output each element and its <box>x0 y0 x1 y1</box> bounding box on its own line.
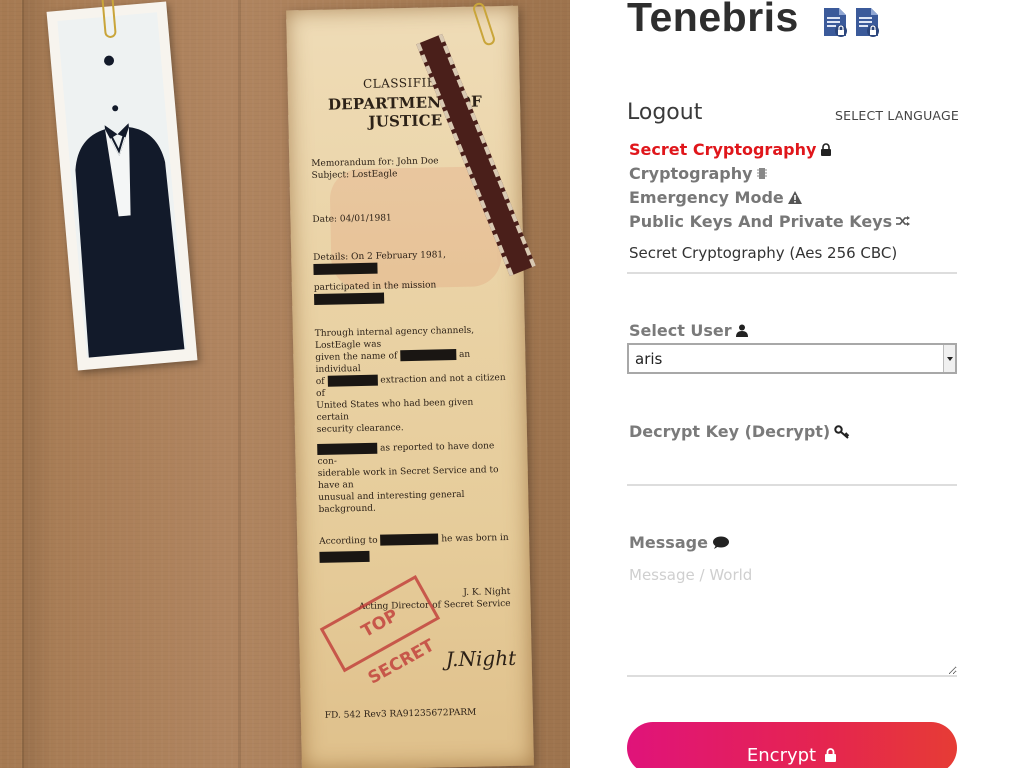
message-textarea[interactable] <box>627 562 957 677</box>
menu-item-label: Secret Cryptography <box>629 139 817 159</box>
user-select-value: aris <box>635 350 663 368</box>
doc-text-line: security clearance. <box>316 423 404 435</box>
classified-document: CLASSIFIED DEPARTMENT OF JUSTICE Memoran… <box>286 5 534 768</box>
crypto-panel: Tenebris Logout SELECT LANGUAGE Secret C… <box>570 0 1011 768</box>
shuffle-icon <box>896 216 911 226</box>
doc-details: participated in the mission <box>313 280 437 293</box>
redaction-bar <box>380 533 439 546</box>
key-icon <box>834 424 850 439</box>
encrypt-button[interactable]: Encrypt <box>627 722 957 768</box>
logout-link[interactable]: Logout <box>627 100 702 125</box>
menu-item-public-private-keys[interactable]: Public Keys And Private Keys <box>629 209 911 233</box>
redaction-bar <box>313 262 378 275</box>
chip-icon <box>756 167 767 179</box>
menu-item-label: Public Keys And Private Keys <box>629 211 893 231</box>
doc-header-classified: CLASSIFIED <box>362 75 447 91</box>
select-language-link[interactable]: SELECT LANGUAGE <box>835 108 959 123</box>
doc-text-line: According to <box>319 535 378 547</box>
redaction-bar <box>319 550 370 563</box>
decrypt-key-input[interactable] <box>627 450 957 486</box>
chevron-down-icon[interactable] <box>943 345 955 372</box>
doc-text-line: he was born in <box>441 532 509 545</box>
select-user-label-text: Select User <box>629 321 732 340</box>
mode-menu: Secret Cryptography Cryptography Emergen… <box>629 137 911 233</box>
lock-icon <box>821 142 832 156</box>
signature: J.Night <box>445 645 517 672</box>
lock-icon <box>825 748 837 762</box>
folder-seam <box>238 0 241 768</box>
decrypt-key-label: Decrypt Key (Decrypt) <box>629 422 850 441</box>
doc-text-line: unusual and interesting general backgrou… <box>318 489 465 515</box>
user-icon <box>735 324 748 337</box>
user-select[interactable]: aris <box>627 343 957 374</box>
message-label: Message <box>629 533 729 552</box>
decrypt-key-label-text: Decrypt Key (Decrypt) <box>629 422 831 441</box>
redaction-bar <box>400 349 457 362</box>
background-image: CLASSIFIED DEPARTMENT OF JUSTICE Memoran… <box>0 0 570 768</box>
redaction-bar <box>317 442 378 455</box>
doc-date: Date: 04/01/1981 <box>312 213 392 226</box>
app-title: Tenebris <box>627 0 799 40</box>
title-icons <box>822 6 880 38</box>
menu-item-label: Cryptography <box>629 163 753 183</box>
menu-item-secret-cryptography[interactable]: Secret Cryptography <box>629 137 910 161</box>
warning-icon <box>787 190 802 204</box>
message-label-text: Message <box>629 533 708 552</box>
locked-document-icon <box>824 8 847 37</box>
comment-icon <box>712 536 729 549</box>
doc-details: Details: On 2 February 1981, <box>313 250 447 263</box>
doc-text-line: given the name of <box>315 351 398 363</box>
locked-document-icon <box>856 8 879 37</box>
redaction-bar <box>314 292 385 305</box>
menu-item-label: Emergency Mode <box>629 187 784 207</box>
menu-item-cryptography[interactable]: Cryptography <box>629 161 910 185</box>
menu-item-emergency-mode[interactable]: Emergency Mode <box>629 185 910 209</box>
encrypt-button-label: Encrypt <box>746 744 817 766</box>
redaction-bar <box>327 374 378 387</box>
doc-text-line: of <box>315 376 325 387</box>
encryption-mode-select[interactable]: Secret Cryptography (Aes 256 CBC) <box>627 238 957 274</box>
select-user-label: Select User <box>629 321 748 340</box>
suit-silhouette <box>75 55 185 358</box>
